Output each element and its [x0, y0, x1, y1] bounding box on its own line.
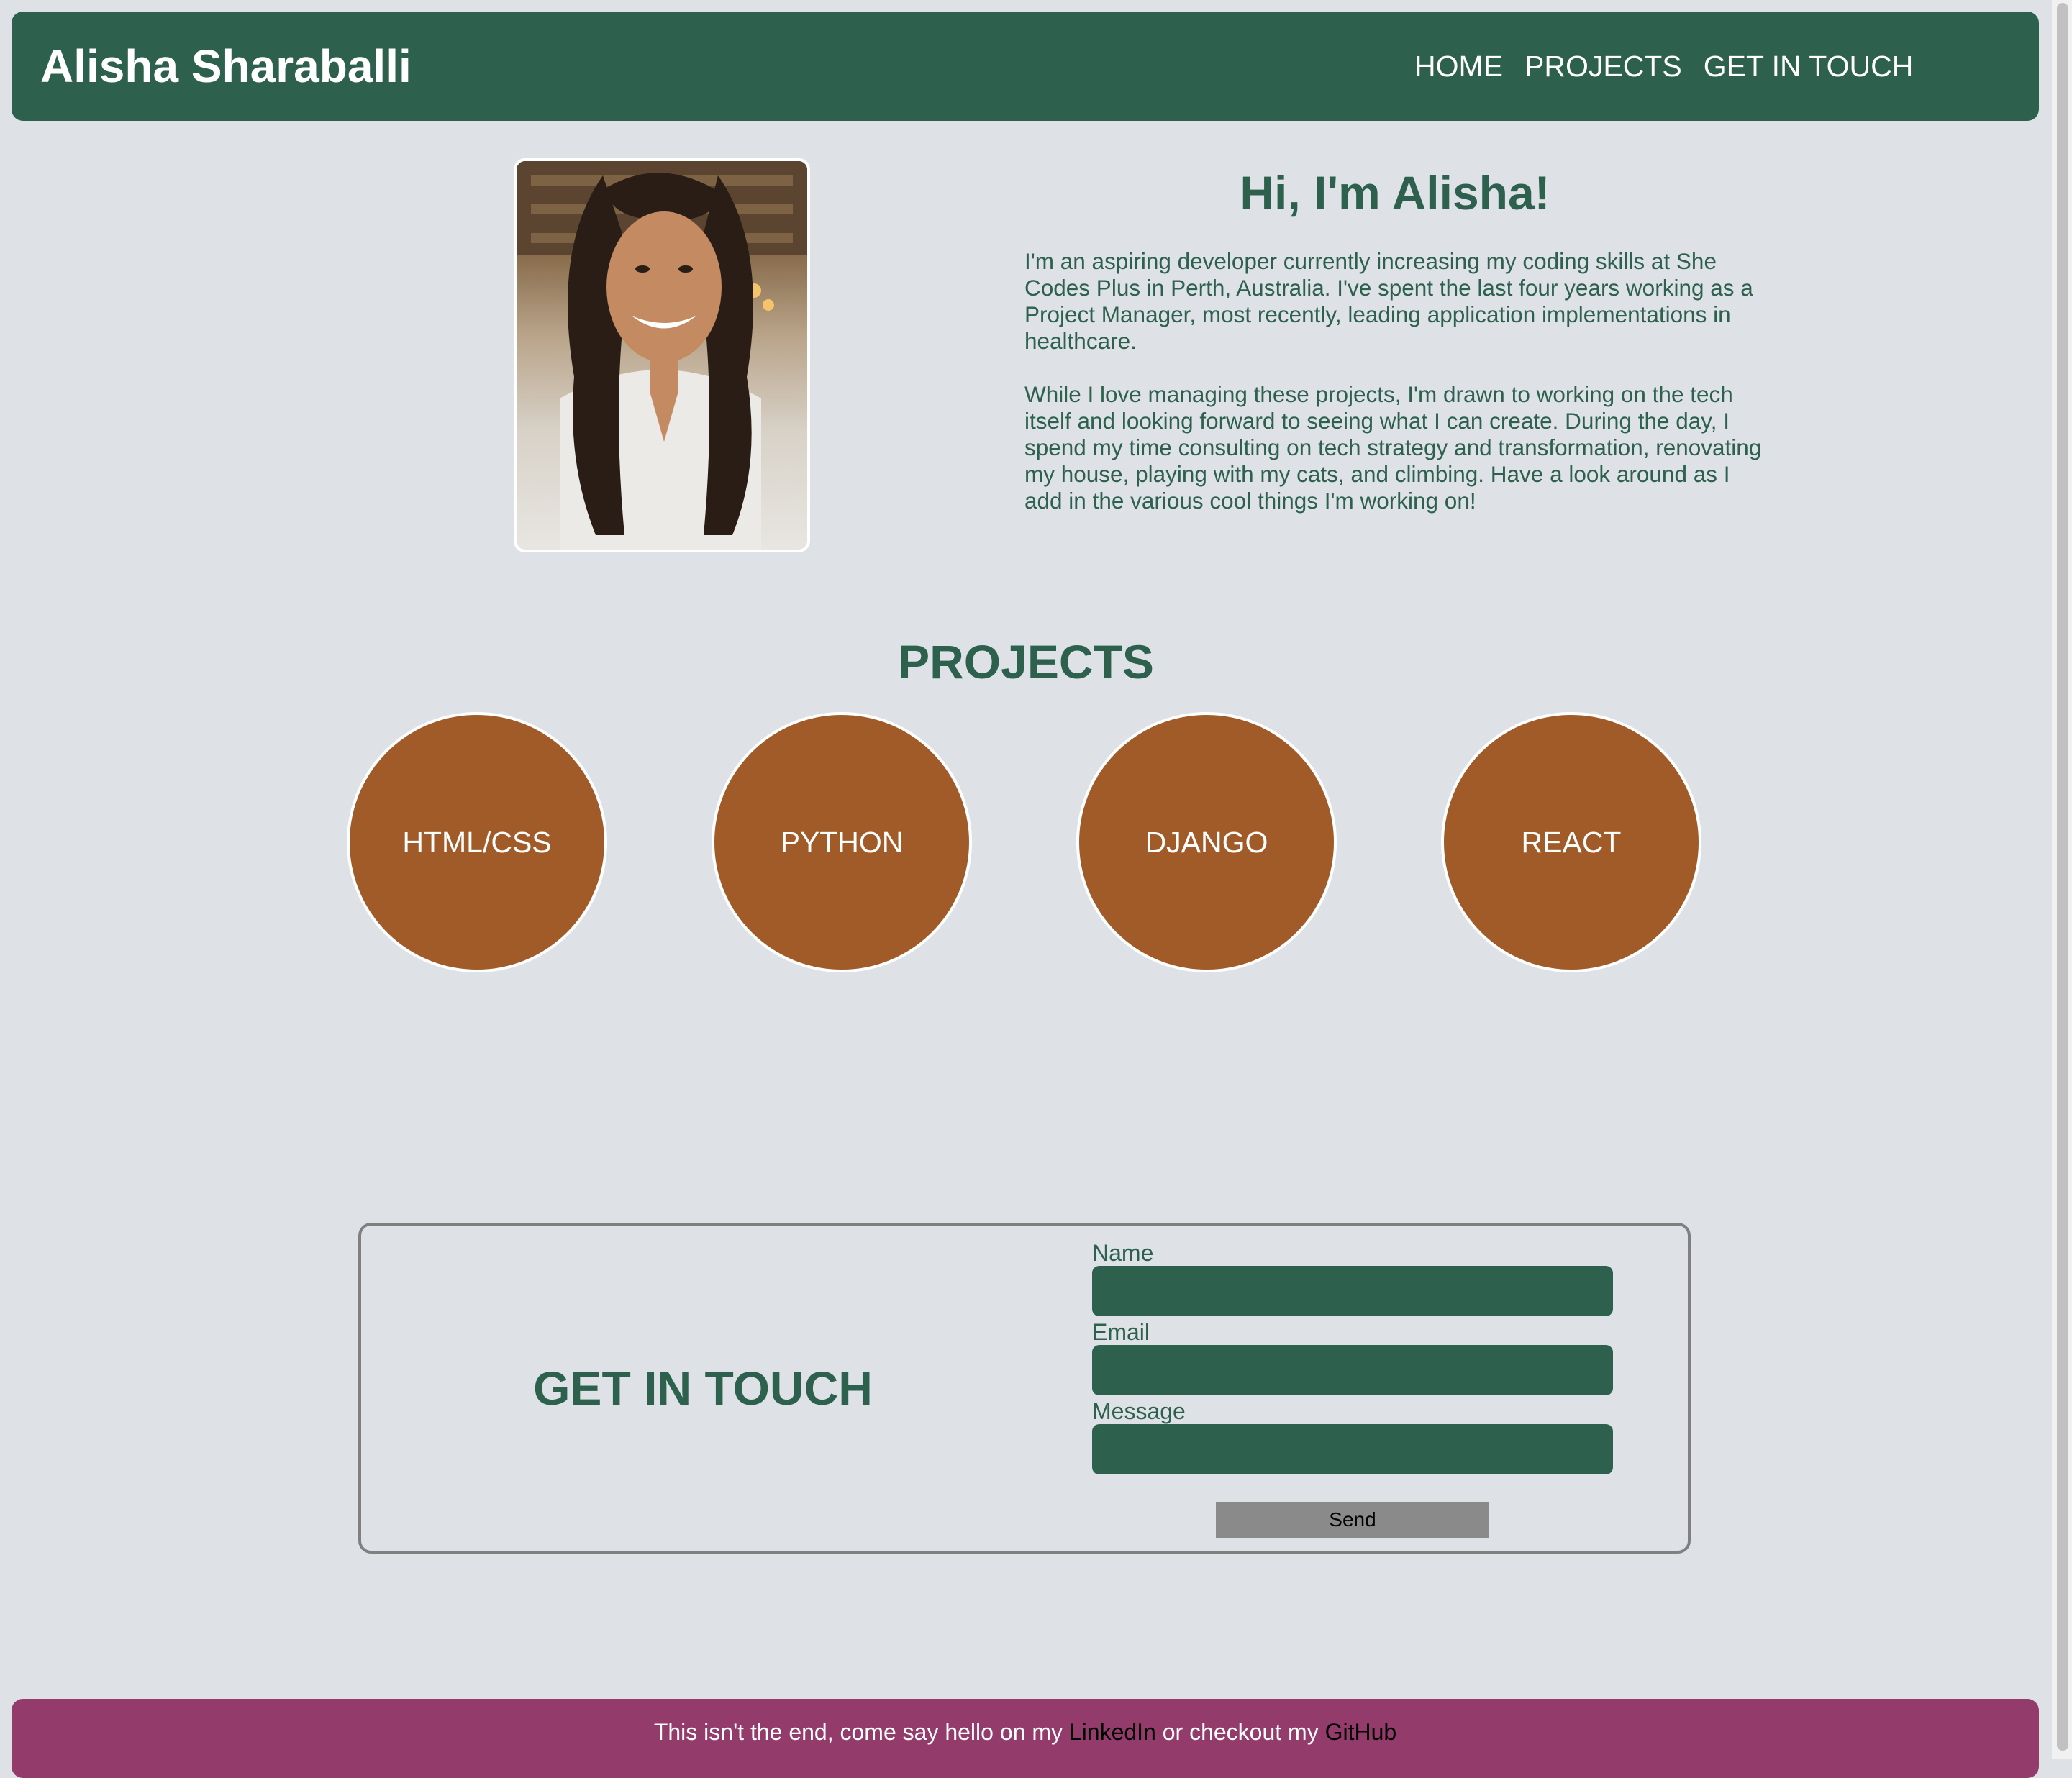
project-bubble-label: REACT — [1521, 825, 1622, 859]
contact-section: GET IN TOUCH Name Email Message Send — [358, 1223, 1691, 1554]
profile-photo — [514, 158, 810, 552]
project-bubble-label: HTML/CSS — [402, 825, 552, 859]
message-field[interactable] — [1092, 1424, 1613, 1474]
nav-get-in-touch-link[interactable]: GET IN TOUCH — [1704, 50, 1914, 83]
footer-text-middle: or checkout my — [1155, 1719, 1325, 1745]
name-field[interactable] — [1092, 1266, 1613, 1316]
vertical-scrollbar[interactable] — [2052, 0, 2072, 1759]
intro-heading: Hi, I'm Alisha! — [1240, 166, 1550, 219]
intro-paragraph: While I love managing these projects, I'… — [1024, 380, 1762, 514]
email-label: Email — [1092, 1319, 1150, 1345]
contact-form: Name Email Message Send — [1092, 1240, 1613, 1538]
profile-photo-illustration — [517, 161, 807, 550]
footer-text-start: This isn't the end, come say hello on my — [653, 1719, 1069, 1745]
project-bubble-django[interactable]: DJANGO — [1076, 712, 1337, 972]
message-label: Message — [1092, 1398, 1186, 1424]
send-button[interactable]: Send — [1216, 1502, 1489, 1538]
intro-section: Hi, I'm Alisha! I'm an aspiring develope… — [1024, 158, 1766, 541]
email-field[interactable] — [1092, 1345, 1613, 1395]
contact-heading: GET IN TOUCH — [533, 1362, 873, 1415]
nav-projects-link[interactable]: PROJECTS — [1525, 50, 1682, 83]
project-bubble-python[interactable]: PYTHON — [712, 712, 972, 972]
footer-text: This isn't the end, come say hello on my… — [12, 1718, 2039, 1746]
site-header: Alisha Sharaballi HOME PROJECTS GET IN T… — [12, 12, 2039, 121]
project-bubble-html-css[interactable]: HTML/CSS — [347, 712, 607, 972]
main-nav: HOME PROJECTS GET IN TOUCH — [1414, 12, 1913, 121]
name-label: Name — [1092, 1240, 1154, 1266]
project-bubble-label: PYTHON — [780, 825, 904, 859]
project-bubble-react[interactable]: REACT — [1441, 712, 1701, 972]
projects-heading: PROJECTS — [898, 634, 1154, 688]
intro-paragraph: I'm an aspiring developer currently incr… — [1024, 247, 1753, 354]
nav-home-link[interactable]: HOME — [1414, 50, 1503, 83]
brand-name[interactable]: Alisha Sharaballi — [40, 12, 412, 121]
project-bubble-label: DJANGO — [1145, 825, 1268, 859]
scrollbar-thumb[interactable] — [2057, 3, 2068, 1751]
page: Alisha Sharaballi HOME PROJECTS GET IN T… — [0, 0, 2052, 1778]
github-link[interactable]: GitHub — [1325, 1719, 1397, 1745]
linkedin-link[interactable]: LinkedIn — [1069, 1719, 1156, 1745]
site-footer: This isn't the end, come say hello on my… — [12, 1699, 2039, 1778]
